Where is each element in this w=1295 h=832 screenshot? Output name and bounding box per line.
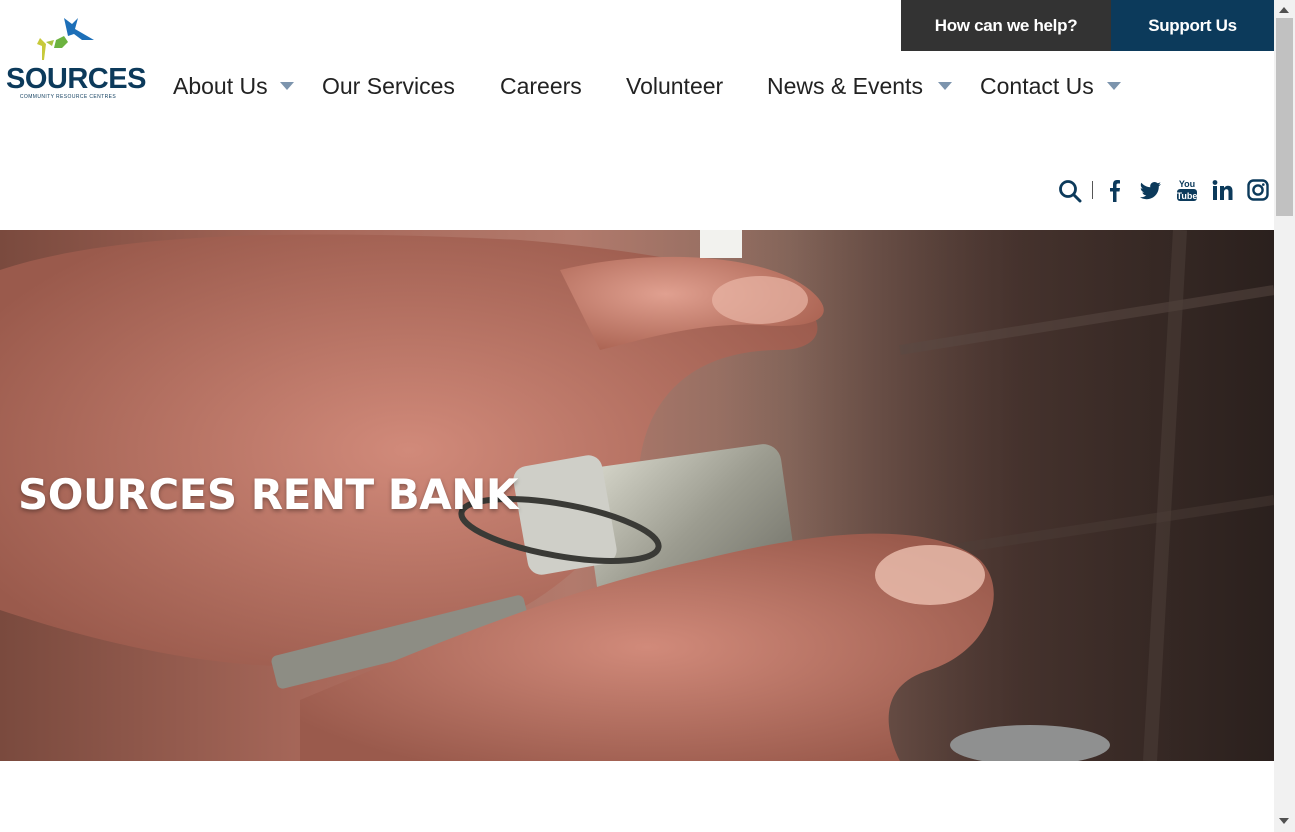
page: How can we help? Support Us SOURCES COMM… bbox=[0, 0, 1274, 832]
search-divider bbox=[1092, 181, 1093, 199]
youtube-icon[interactable]: You Tube bbox=[1176, 176, 1198, 204]
page-scrollbar[interactable] bbox=[1274, 0, 1295, 832]
hero-title: SOURCES RENT BANK bbox=[18, 470, 518, 519]
contact-us-chevron-down-icon[interactable] bbox=[1107, 82, 1121, 90]
search-icon[interactable] bbox=[1058, 176, 1082, 204]
birds-logo-icon bbox=[37, 18, 94, 60]
nav-our-services[interactable]: Our Services bbox=[322, 72, 455, 100]
about-us-chevron-down-icon[interactable] bbox=[280, 82, 294, 90]
svg-text:You: You bbox=[1179, 179, 1195, 189]
nav-about-us[interactable]: About Us bbox=[173, 72, 268, 100]
how-can-we-help-button[interactable]: How can we help? bbox=[901, 0, 1111, 51]
twitter-icon[interactable] bbox=[1140, 176, 1162, 204]
logo-tagline: COMMUNITY RESOURCE CENTRES bbox=[19, 94, 117, 100]
scroll-up-arrow-icon[interactable] bbox=[1279, 7, 1289, 13]
linkedin-icon[interactable] bbox=[1212, 176, 1234, 204]
nav-careers[interactable]: Careers bbox=[500, 72, 582, 100]
news-events-chevron-down-icon[interactable] bbox=[938, 82, 952, 90]
instagram-icon[interactable] bbox=[1247, 176, 1269, 204]
nav-news-events[interactable]: News & Events bbox=[767, 72, 923, 100]
scroll-thumb[interactable] bbox=[1276, 18, 1293, 216]
hero-banner: SOURCES RENT BANK bbox=[0, 230, 1274, 761]
support-us-button[interactable]: Support Us bbox=[1111, 0, 1274, 51]
nav-volunteer[interactable]: Volunteer bbox=[626, 72, 723, 100]
site-logo[interactable]: SOURCES COMMUNITY RESOURCE CENTRES bbox=[4, 14, 146, 100]
scroll-down-arrow-icon[interactable] bbox=[1279, 818, 1289, 824]
facebook-icon[interactable] bbox=[1108, 176, 1122, 204]
nav-contact-us[interactable]: Contact Us bbox=[980, 72, 1094, 100]
svg-text:Tube: Tube bbox=[1177, 191, 1198, 201]
logo-wordmark: SOURCES bbox=[6, 63, 146, 95]
